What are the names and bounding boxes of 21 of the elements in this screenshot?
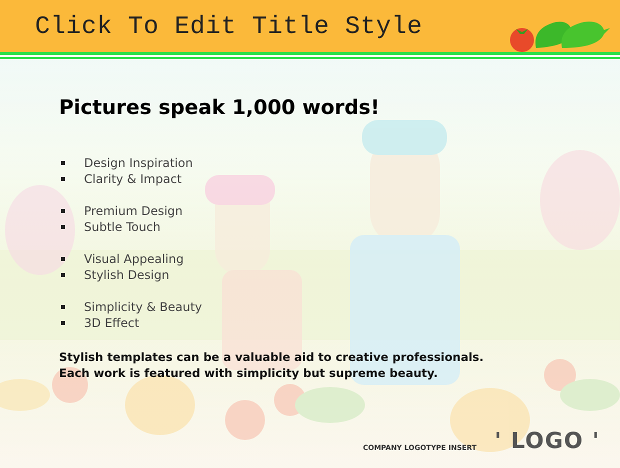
- bullet-icon: [61, 257, 65, 261]
- bullet-icon: [61, 177, 65, 181]
- bullet-text: Premium Design: [84, 204, 183, 218]
- bullet-text: Design Inspiration: [84, 156, 193, 170]
- bullet-text: Stylish Design: [84, 268, 170, 282]
- bullet-text: Visual Appealing: [84, 252, 184, 266]
- bullet-text: Clarity & Impact: [84, 172, 182, 186]
- slide-heading: Pictures speak 1,000 words!: [59, 95, 381, 119]
- bullet-text: Simplicity & Beauty: [84, 300, 202, 314]
- logo-text: ' LOGO ': [494, 429, 600, 454]
- bullet-icon: [61, 273, 65, 277]
- bullet-icon: [61, 321, 65, 325]
- body-text-line: Stylish templates can be a valuable aid to creative professionals.: [59, 349, 485, 365]
- bullet-icon: [61, 305, 65, 309]
- slide-title: Click To Edit Title Style: [35, 12, 423, 40]
- bullet-icon: [61, 161, 65, 165]
- bullet-text: 3D Effect: [84, 316, 140, 330]
- bullet-icon: [61, 209, 65, 213]
- body-text-line: Each work is featured with simplicity but supreme beauty.: [59, 365, 439, 381]
- bullet-icon: [61, 225, 65, 229]
- bullet-text: Subtle Touch: [84, 220, 161, 234]
